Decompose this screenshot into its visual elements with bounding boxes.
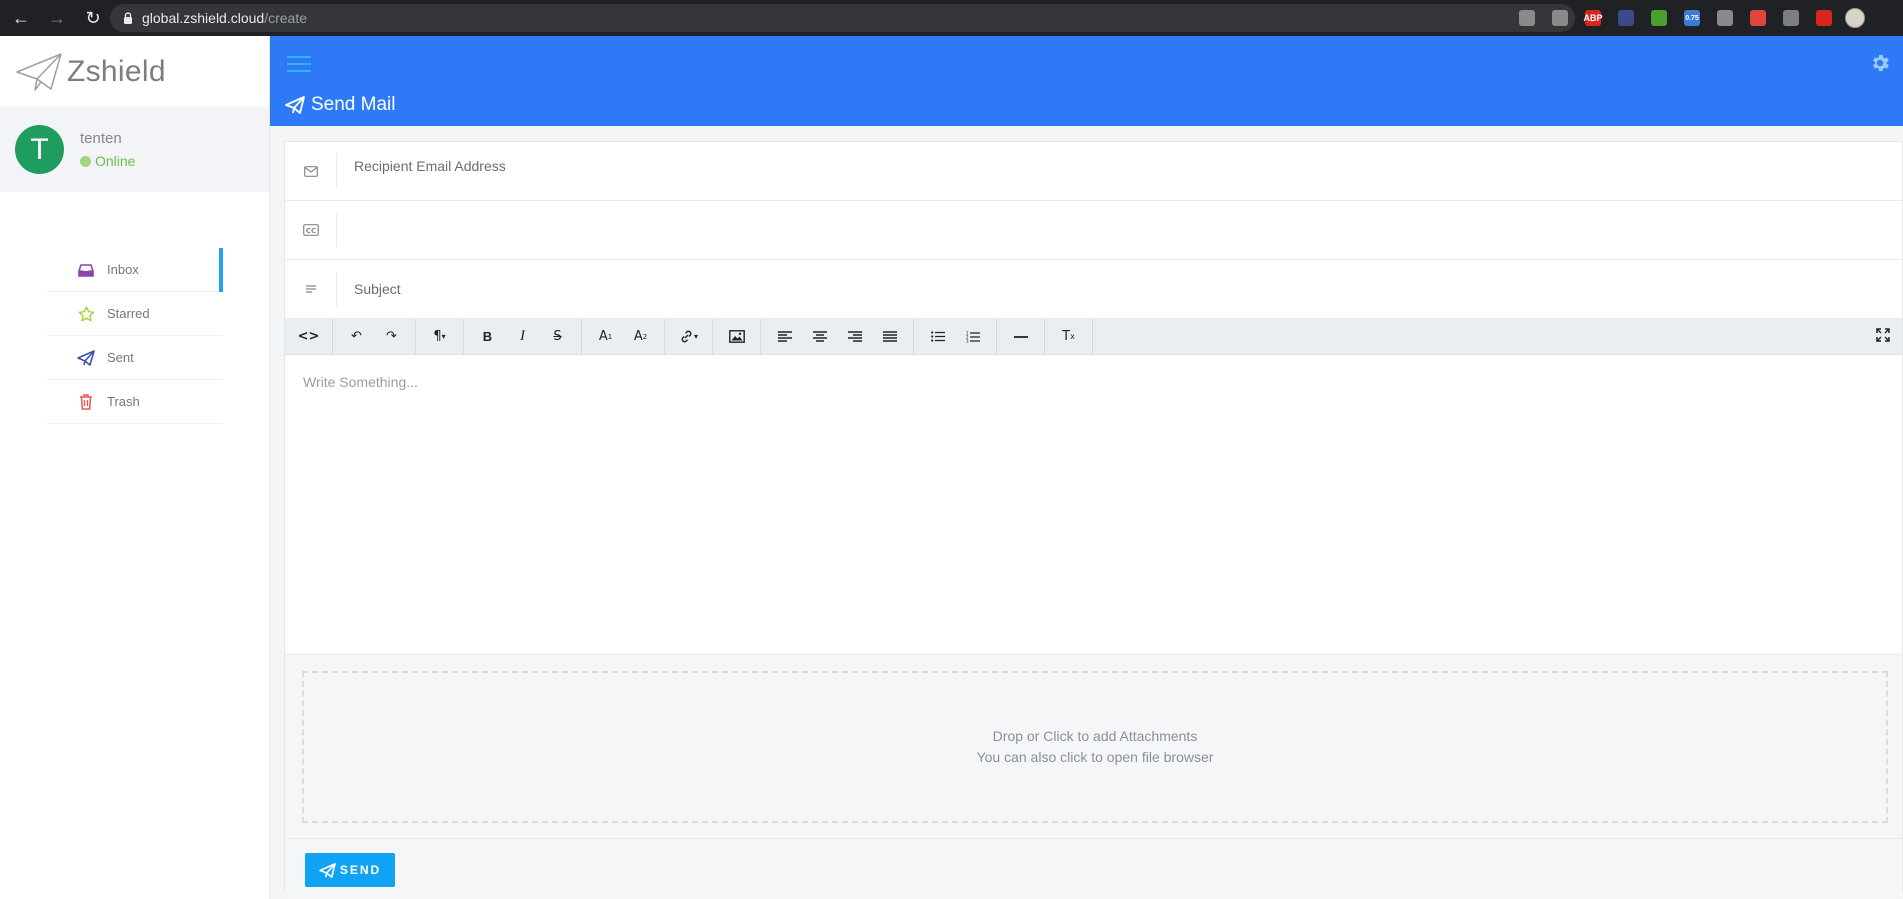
svg-text:3: 3 — [966, 338, 969, 343]
horizontal-rule-icon[interactable] — [1003, 322, 1038, 352]
superscript-icon[interactable]: A1 — [588, 322, 623, 352]
avatar[interactable]: T — [15, 125, 64, 174]
subject-row — [285, 260, 1902, 319]
user-status: Online — [80, 153, 135, 169]
trash-icon — [77, 393, 95, 410]
forward-icon[interactable]: → — [44, 5, 70, 31]
ext-8-icon[interactable] — [1746, 6, 1770, 30]
ext-5-icon[interactable] — [1647, 6, 1671, 30]
sidebar-item-sent[interactable]: Sent — [47, 336, 223, 380]
subject-input[interactable] — [337, 260, 1902, 318]
mail-menu: Inbox Starred Sent Trash — [47, 248, 223, 424]
cc-input[interactable] — [337, 201, 1902, 259]
extensions-bar: ABP 0.75 — [1515, 6, 1865, 30]
user-name: tenten — [80, 130, 122, 147]
numbered-list-icon[interactable]: 123 — [955, 322, 990, 352]
dropzone-line-1: Drop or Click to add Attachments — [992, 728, 1198, 744]
ext-10-icon[interactable] — [1812, 6, 1836, 30]
code-view-icon[interactable]: <> — [291, 322, 326, 352]
align-right-icon[interactable] — [837, 322, 872, 352]
editor-placeholder: Write Something... — [303, 374, 418, 390]
image-icon[interactable] — [719, 322, 754, 352]
user-panel: T tenten Online — [0, 107, 269, 192]
undo-icon[interactable]: ↶ — [339, 322, 374, 352]
browser-toolbar: ← → ↻ global.zshield.cloud/create ☆ ABP 0… — [0, 0, 1903, 36]
editor-toolbar: <> ↶ ↷ ¶ ▾ B I S A1 A2 ▾ 1 2 3 T x — [285, 318, 1902, 355]
compose-form: CC <> ↶ ↷ ¶▾ B I S A1 A2 ▾ — [284, 141, 1903, 899]
adblock-icon[interactable]: ABP — [1581, 6, 1605, 30]
cc-row: CC — [285, 201, 1902, 260]
paper-plane-icon — [318, 862, 336, 878]
sidebar-item-label: Inbox — [107, 262, 139, 277]
svg-text:CC: CC — [305, 227, 315, 235]
lock-icon — [122, 12, 134, 24]
recipient-email-input[interactable] — [337, 142, 1902, 200]
ext-9-icon[interactable] — [1779, 6, 1803, 30]
gear-icon[interactable] — [1869, 52, 1891, 79]
bold-icon[interactable]: B — [470, 322, 505, 352]
fullscreen-icon[interactable] — [1876, 328, 1890, 347]
address-bar[interactable]: global.zshield.cloud/create ☆ — [110, 4, 1575, 32]
align-left-icon[interactable] — [767, 322, 802, 352]
top-header: Send Mail — [270, 36, 1903, 126]
brand-logo[interactable]: Zshield — [0, 36, 269, 107]
subscript-icon[interactable]: A2 — [623, 322, 658, 352]
paragraph-format-icon[interactable]: ¶ ▾ — [422, 322, 457, 352]
link-icon[interactable]: ▾ — [671, 322, 706, 352]
send-button[interactable]: SEND — [305, 853, 395, 887]
page-title: Send Mail — [285, 94, 396, 116]
sidebar-item-label: Trash — [107, 394, 140, 409]
ext-2-icon[interactable] — [1548, 6, 1572, 30]
sidebar-item-trash[interactable]: Trash — [47, 380, 223, 424]
paper-plane-icon — [285, 96, 305, 114]
inbox-icon — [77, 263, 95, 277]
strikethrough-icon[interactable]: S — [540, 322, 575, 352]
reload-icon[interactable]: ↻ — [80, 5, 106, 31]
recipient-row — [285, 142, 1902, 201]
brand-name: Zshield — [67, 54, 166, 88]
sidebar-item-inbox[interactable]: Inbox — [47, 248, 223, 292]
star-icon — [77, 305, 95, 322]
cc-icon: CC — [285, 213, 337, 247]
ext-6-icon[interactable]: 0.75 — [1680, 6, 1704, 30]
text-lines-icon — [285, 272, 337, 306]
ext-7-icon[interactable] — [1713, 6, 1737, 30]
sidebar-item-starred[interactable]: Starred — [47, 292, 223, 336]
url-text: global.zshield.cloud/create — [142, 10, 308, 26]
dropzone-line-2: You can also click to open file browser — [976, 749, 1214, 765]
sidebar-item-label: Starred — [107, 306, 150, 321]
redo-icon[interactable]: ↷ — [374, 322, 409, 352]
compose-footer: SEND — [285, 839, 1902, 899]
message-body-editor[interactable]: Write Something... — [285, 355, 1902, 655]
attachments-area: Drop or Click to add Attachments You can… — [285, 655, 1902, 839]
sidebar: Zshield T tenten Online Inbox Starred Se… — [0, 36, 270, 899]
align-justify-icon[interactable] — [872, 322, 907, 352]
ext-4-icon[interactable] — [1614, 6, 1638, 30]
italic-icon[interactable]: I — [505, 322, 540, 352]
online-dot-icon — [80, 155, 91, 167]
hamburger-menu-icon[interactable] — [287, 56, 311, 77]
ext-1-icon[interactable] — [1515, 6, 1539, 30]
bullet-list-icon[interactable] — [920, 322, 955, 352]
attachment-dropzone[interactable]: Drop or Click to add Attachments You can… — [302, 671, 1888, 823]
back-icon[interactable]: ← — [8, 5, 34, 31]
profile-avatar-icon[interactable] — [1845, 8, 1865, 28]
envelope-icon — [285, 154, 337, 188]
sidebar-item-label: Sent — [107, 350, 134, 365]
paper-plane-logo-icon — [16, 52, 62, 91]
clear-formatting-icon[interactable]: Tx — [1051, 322, 1086, 352]
align-center-icon[interactable] — [802, 322, 837, 352]
paper-plane-icon — [77, 349, 95, 366]
